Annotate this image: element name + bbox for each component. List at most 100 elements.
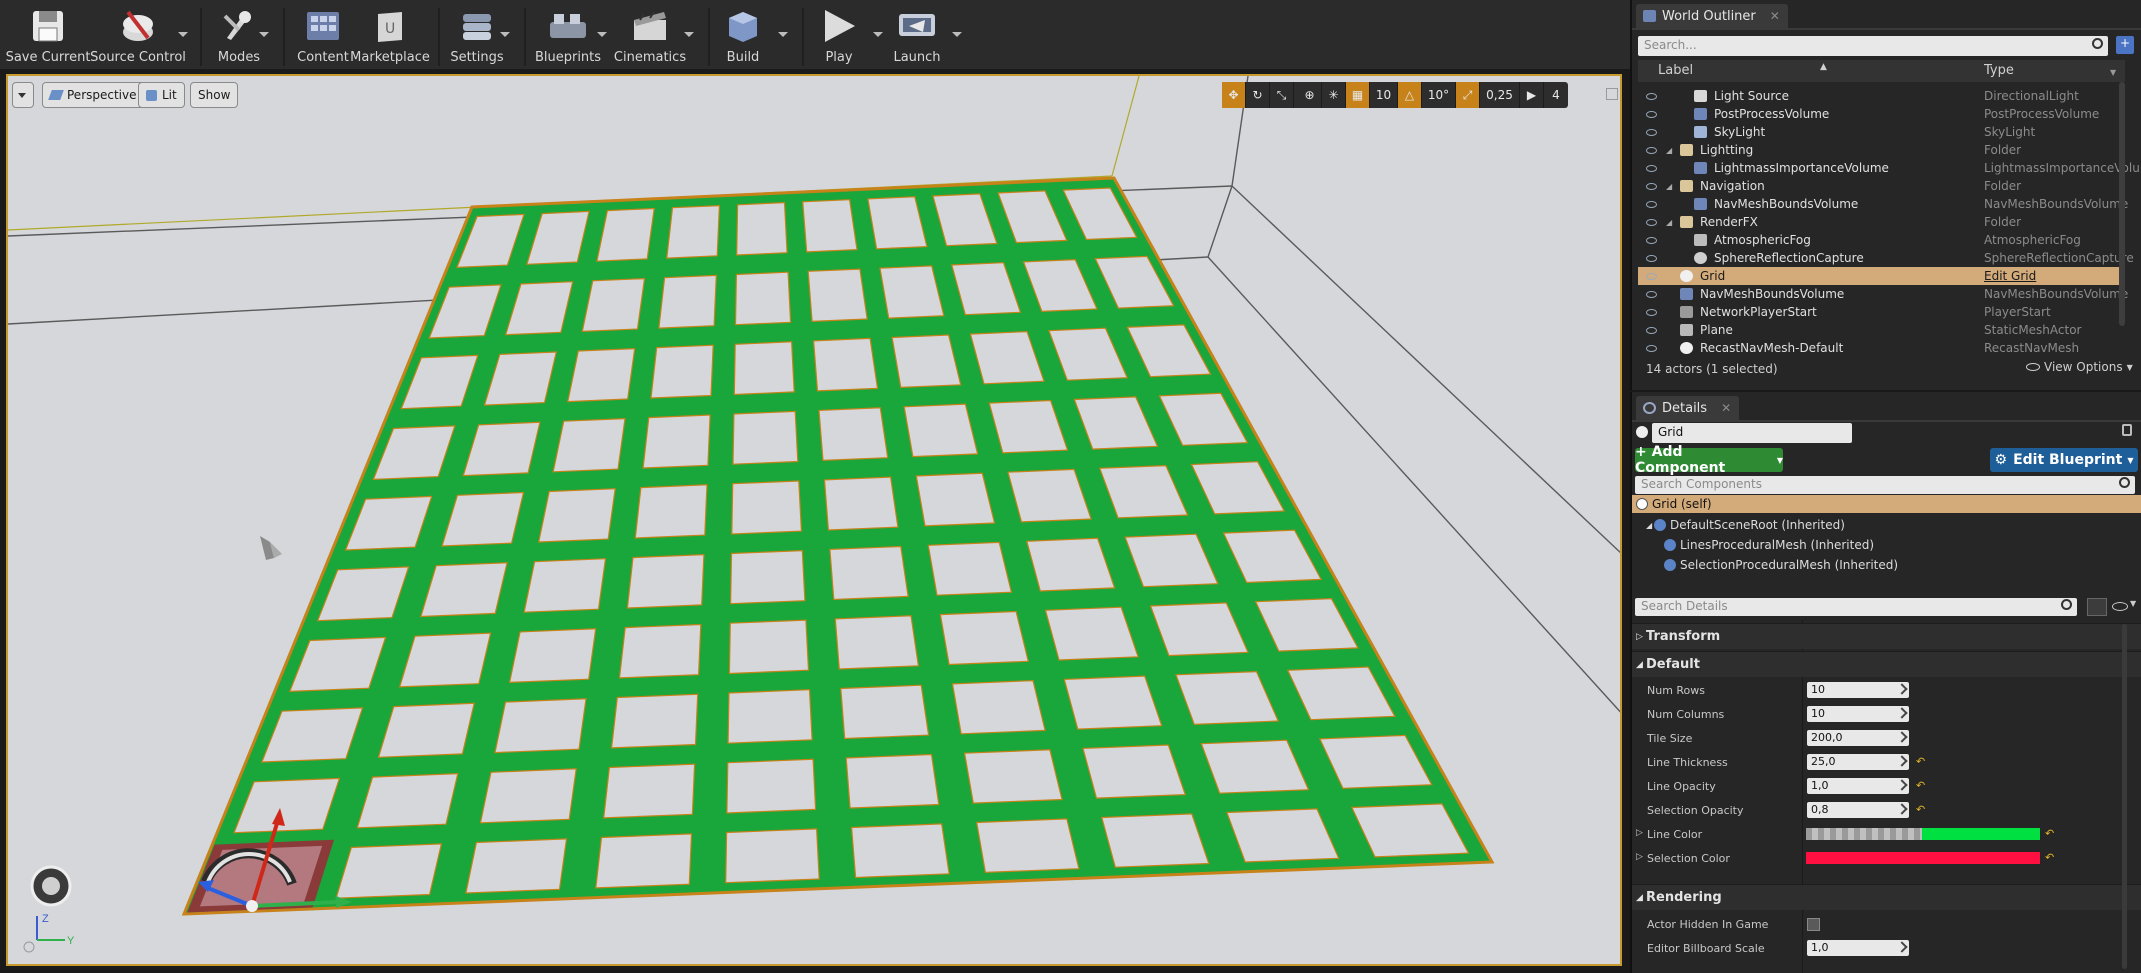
blueprints-button[interactable]: Blueprints: [535, 6, 601, 68]
visibility-eye-icon[interactable]: [1646, 92, 1657, 100]
scale-mode-button[interactable]: ⤡: [1270, 82, 1294, 108]
grid-snap-toggle[interactable]: ▦: [1346, 82, 1370, 108]
outliner-row[interactable]: ◢ Navigation Folder: [1638, 177, 2121, 195]
outliner-row[interactable]: Grid Edit Grid: [1638, 267, 2121, 285]
play-dropdown[interactable]: [873, 32, 883, 37]
help-icon[interactable]: [23, 941, 35, 953]
property-value-input[interactable]: 25,0: [1807, 754, 1909, 770]
outliner-row[interactable]: NavMeshBoundsVolume NavMeshBoundsVolume: [1638, 195, 2128, 213]
actor-hidden-checkbox[interactable]: [1807, 918, 1820, 931]
grid-tile[interactable]: [727, 689, 813, 744]
grid-tile[interactable]: [356, 772, 459, 829]
edit-blueprint-button[interactable]: ⚙ Edit Blueprint ▼: [1990, 448, 2138, 472]
eye-icon[interactable]: [2112, 602, 2128, 611]
camera-speed-button[interactable]: ▶: [1520, 82, 1544, 108]
add-filter-icon[interactable]: +: [2116, 36, 2134, 54]
selection-color-swatch[interactable]: [1806, 852, 2040, 864]
outliner-row[interactable]: SkyLight SkyLight: [1638, 123, 2121, 141]
cinematics-dropdown[interactable]: [684, 32, 694, 37]
outliner-search-input[interactable]: Search...: [1638, 36, 2108, 56]
add-component-button[interactable]: + Add Component ▼: [1635, 444, 1783, 476]
visibility-eye-icon[interactable]: [1646, 182, 1657, 190]
camera-speed-value[interactable]: 4: [1544, 82, 1568, 108]
column-dropdown-icon[interactable]: ▼: [2110, 68, 2116, 77]
actor-name-input[interactable]: Grid: [1652, 423, 1852, 443]
visibility-eye-icon[interactable]: [1646, 236, 1657, 244]
grid-tile[interactable]: [634, 484, 708, 539]
lit-button[interactable]: Lit: [138, 82, 185, 108]
reflection-capture-icon[interactable]: [30, 865, 72, 907]
outliner-row[interactable]: NavMeshBoundsVolume NavMeshBoundsVolume: [1638, 285, 2128, 303]
search-details-input[interactable]: Search Details: [1635, 598, 2077, 616]
reset-to-default-icon[interactable]: ↶: [2045, 827, 2054, 840]
translate-mode-button[interactable]: ✥: [1222, 82, 1246, 108]
search-components-input[interactable]: Search Components: [1635, 476, 2135, 494]
outliner-row[interactable]: LightmassImportanceVolume LightmassImport…: [1638, 159, 2141, 177]
outliner-row[interactable]: ◢ Lightting Folder: [1638, 141, 2121, 159]
billboard-scale-input[interactable]: 1,0: [1807, 940, 1909, 956]
maximize-viewport-button[interactable]: [1606, 88, 1618, 100]
grid-tile[interactable]: [903, 403, 979, 458]
grid-tile[interactable]: [734, 271, 792, 326]
rendering-section-header[interactable]: ◢ Rendering: [1632, 884, 2141, 910]
default-section-header[interactable]: ◢ Default: [1632, 651, 2141, 677]
build-button[interactable]: Build: [720, 6, 766, 68]
visibility-eye-icon[interactable]: [1646, 146, 1657, 154]
level-viewport[interactable]: Z Y Perspective Lit Show ✥ ↻ ⤡ ⊕ ✳ ▦ 10 …: [6, 74, 1622, 966]
outliner-row[interactable]: Light Source DirectionalLight: [1638, 87, 2121, 105]
line-color-swatch[interactable]: [1806, 828, 2040, 840]
visibility-eye-icon[interactable]: [1646, 272, 1657, 280]
outliner-row[interactable]: ◢ RenderFX Folder: [1638, 213, 2121, 231]
grid-tile[interactable]: [891, 334, 962, 389]
modes-dropdown[interactable]: [259, 32, 269, 37]
grid-tile[interactable]: [552, 417, 626, 473]
outliner-row[interactable]: Plane StaticMeshActor: [1638, 321, 2121, 339]
property-value-input[interactable]: 0,8: [1807, 802, 1909, 818]
component-row[interactable]: SelectionProceduralMesh (Inherited): [1632, 556, 2141, 574]
grid-tile[interactable]: [975, 818, 1080, 874]
blueprints-dropdown[interactable]: [597, 32, 607, 37]
property-matrix-icon[interactable]: [2087, 598, 2107, 616]
details-tab[interactable]: Details ✕: [1636, 396, 1740, 420]
visibility-eye-icon[interactable]: [1646, 254, 1657, 262]
grid-tile[interactable]: [494, 698, 587, 754]
property-value-input[interactable]: 10: [1807, 682, 1909, 698]
scale-snap-toggle[interactable]: ⤢: [1456, 82, 1480, 108]
grid-tile[interactable]: [823, 476, 899, 531]
rotation-snap-value[interactable]: 10°: [1422, 82, 1456, 108]
reset-to-default-icon[interactable]: ↶: [1916, 755, 1925, 768]
player-start-marker[interactable]: [260, 536, 282, 560]
grid-tile[interactable]: [508, 628, 597, 684]
grid-tile[interactable]: [595, 833, 693, 889]
grid-tile[interactable]: [812, 337, 879, 392]
grid-tile[interactable]: [736, 201, 788, 256]
label-column-header[interactable]: Label: [1658, 63, 1693, 78]
grid-tile[interactable]: [728, 619, 810, 675]
grid-actor[interactable]: [181, 176, 1495, 916]
reset-to-default-icon[interactable]: ↶: [1916, 779, 1925, 792]
grid-tile[interactable]: [581, 277, 646, 333]
grid-tile[interactable]: [398, 632, 492, 688]
grid-tile[interactable]: [951, 679, 1046, 735]
grid-tile[interactable]: [658, 274, 717, 329]
grid-tile[interactable]: [626, 553, 705, 609]
details-scrollbar[interactable]: [2122, 624, 2127, 969]
expand-arrow-icon[interactable]: ◢: [1666, 182, 1672, 191]
grid-tile[interactable]: [725, 828, 820, 884]
grid-tile[interactable]: [802, 199, 858, 253]
scale-snap-value[interactable]: 0,25: [1480, 82, 1520, 108]
visibility-eye-icon[interactable]: [1646, 200, 1657, 208]
grid-tile[interactable]: [618, 623, 702, 679]
visibility-eye-icon[interactable]: [1646, 128, 1657, 136]
launch-button[interactable]: Launch: [892, 6, 942, 68]
grid-tile[interactable]: [1063, 675, 1163, 730]
cinematics-button[interactable]: Cinematics: [614, 6, 686, 68]
rotate-mode-button[interactable]: ↻: [1246, 82, 1270, 108]
grid-tile[interactable]: [731, 480, 803, 535]
close-icon[interactable]: ✕: [1770, 9, 1780, 23]
component-self-row[interactable]: Grid (self): [1632, 495, 2141, 513]
source-control-button[interactable]: Source Control: [90, 6, 186, 68]
visibility-eye-icon[interactable]: [1646, 344, 1657, 352]
grid-snap-value[interactable]: 10: [1370, 82, 1398, 108]
viewport-options-dropdown[interactable]: [12, 82, 34, 108]
